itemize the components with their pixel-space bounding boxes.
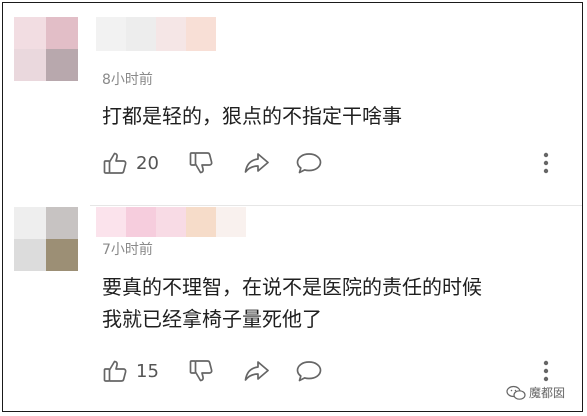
- username-tile: [186, 17, 216, 51]
- more-options-button[interactable]: [539, 149, 553, 177]
- comment-timestamp: 7小时前: [102, 242, 153, 258]
- comment-text-line: 打都是轻的，狠点的不指定干啥事: [102, 104, 402, 128]
- username-tile: [96, 17, 126, 51]
- avatar-tile: [46, 49, 78, 81]
- reply-bubble-icon: [296, 153, 322, 174]
- comment-list: 8小时前 打都是轻的，狠点的不指定干啥事 20 7小时前 要真的不理智，在说不是…: [2, 2, 583, 412]
- share-button[interactable]: [243, 149, 271, 177]
- username-tile: [126, 207, 156, 237]
- divider: [90, 205, 582, 206]
- avatar-tile: [14, 207, 46, 239]
- watermark-text: 魔都囡: [529, 386, 566, 400]
- like-count: 15: [136, 360, 159, 382]
- comment-text-line: 要真的不理智，在说不是医院的责任的时候: [102, 275, 482, 299]
- username-tile: [156, 207, 186, 237]
- wechat-logo-icon: [506, 385, 526, 400]
- thumbs-up-icon: [103, 360, 127, 382]
- username-tile: [126, 17, 156, 51]
- avatar-tile: [14, 239, 46, 271]
- more-vertical-icon: [543, 152, 549, 174]
- avatar-tile: [46, 207, 78, 239]
- avatar[interactable]: [14, 17, 78, 81]
- dislike-button[interactable]: [188, 357, 214, 385]
- avatar-tile: [46, 17, 78, 49]
- thumbs-down-icon: [189, 152, 213, 174]
- share-button[interactable]: [243, 357, 271, 385]
- watermark: 魔都囡: [506, 384, 565, 401]
- comment-text: 要真的不理智，在说不是医院的责任的时候 我就已经拿椅子量死他了: [102, 271, 482, 335]
- like-count: 20: [136, 152, 159, 174]
- avatar-tile: [14, 17, 46, 49]
- share-icon: [244, 361, 269, 381]
- avatar-tile: [14, 49, 46, 81]
- reply-bubble-icon: [296, 361, 322, 382]
- comment-text: 打都是轻的，狠点的不指定干啥事: [102, 100, 402, 132]
- avatar-tile: [46, 239, 78, 271]
- share-icon: [244, 153, 269, 173]
- comment-timestamp: 8小时前: [102, 72, 153, 88]
- more-options-button[interactable]: [539, 357, 553, 385]
- reply-button[interactable]: [295, 149, 323, 177]
- username-tile: [96, 207, 126, 237]
- thumbs-up-icon: [103, 152, 127, 174]
- reply-button[interactable]: [295, 357, 323, 385]
- dislike-button[interactable]: [188, 149, 214, 177]
- more-vertical-icon: [543, 360, 549, 382]
- username-blurred[interactable]: [96, 207, 246, 237]
- username-tile: [216, 207, 246, 237]
- avatar[interactable]: [14, 207, 78, 271]
- username-tile: [186, 207, 216, 237]
- username-blurred[interactable]: [96, 17, 216, 51]
- username-tile: [156, 17, 186, 51]
- like-button[interactable]: 15: [102, 357, 159, 385]
- like-button[interactable]: 20: [102, 149, 159, 177]
- comment-text-line: 我就已经拿椅子量死他了: [102, 307, 322, 331]
- thumbs-down-icon: [189, 360, 213, 382]
